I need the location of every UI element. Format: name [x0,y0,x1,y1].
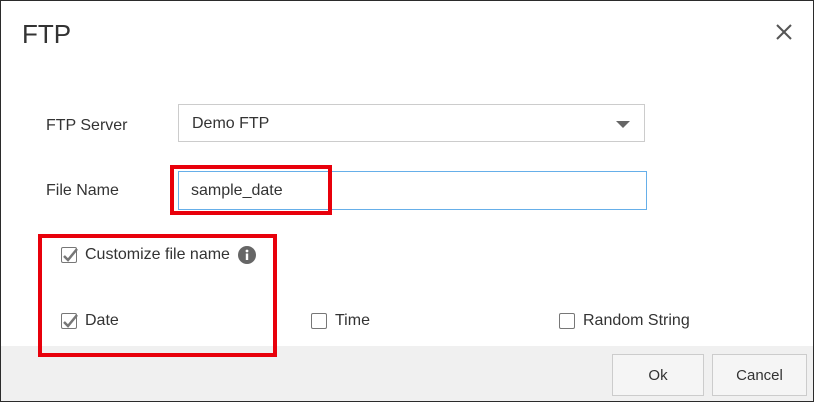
close-icon [776,24,792,40]
checkmark-icon [63,248,78,262]
time-checkbox-label: Time [335,312,370,329]
checkmark-icon [63,314,78,328]
random-string-checkbox-box[interactable] [559,313,575,329]
random-string-checkbox[interactable]: Random String [559,312,690,330]
ftp-server-label: FTP Server [46,117,128,134]
random-string-checkbox-label: Random String [583,312,690,329]
time-checkbox[interactable]: Time [311,312,370,330]
dialog-footer: Ok Cancel [1,346,813,401]
ftp-dialog: FTP FTP Server Demo FTP File Name Custom… [0,0,814,402]
info-icon[interactable] [237,246,256,264]
customize-file-name-checkbox[interactable]: Customize file name [61,246,256,264]
file-name-label: File Name [46,182,119,199]
customize-checkbox-box[interactable] [61,247,78,263]
ok-button[interactable]: Ok [612,354,704,396]
close-button[interactable] [771,19,797,45]
date-checkbox-label: Date [85,312,119,329]
cancel-button[interactable]: Cancel [712,354,807,396]
ftp-server-selected-value: Demo FTP [192,115,270,132]
ftp-server-select[interactable]: Demo FTP [178,104,645,142]
chevron-down-icon [616,121,630,128]
time-checkbox-box[interactable] [311,313,327,329]
date-checkbox[interactable]: Date [61,312,119,330]
date-checkbox-box[interactable] [61,313,78,329]
file-name-input[interactable] [178,171,647,210]
customize-file-name-label: Customize file name [85,246,230,263]
dialog-title: FTP [22,19,72,49]
